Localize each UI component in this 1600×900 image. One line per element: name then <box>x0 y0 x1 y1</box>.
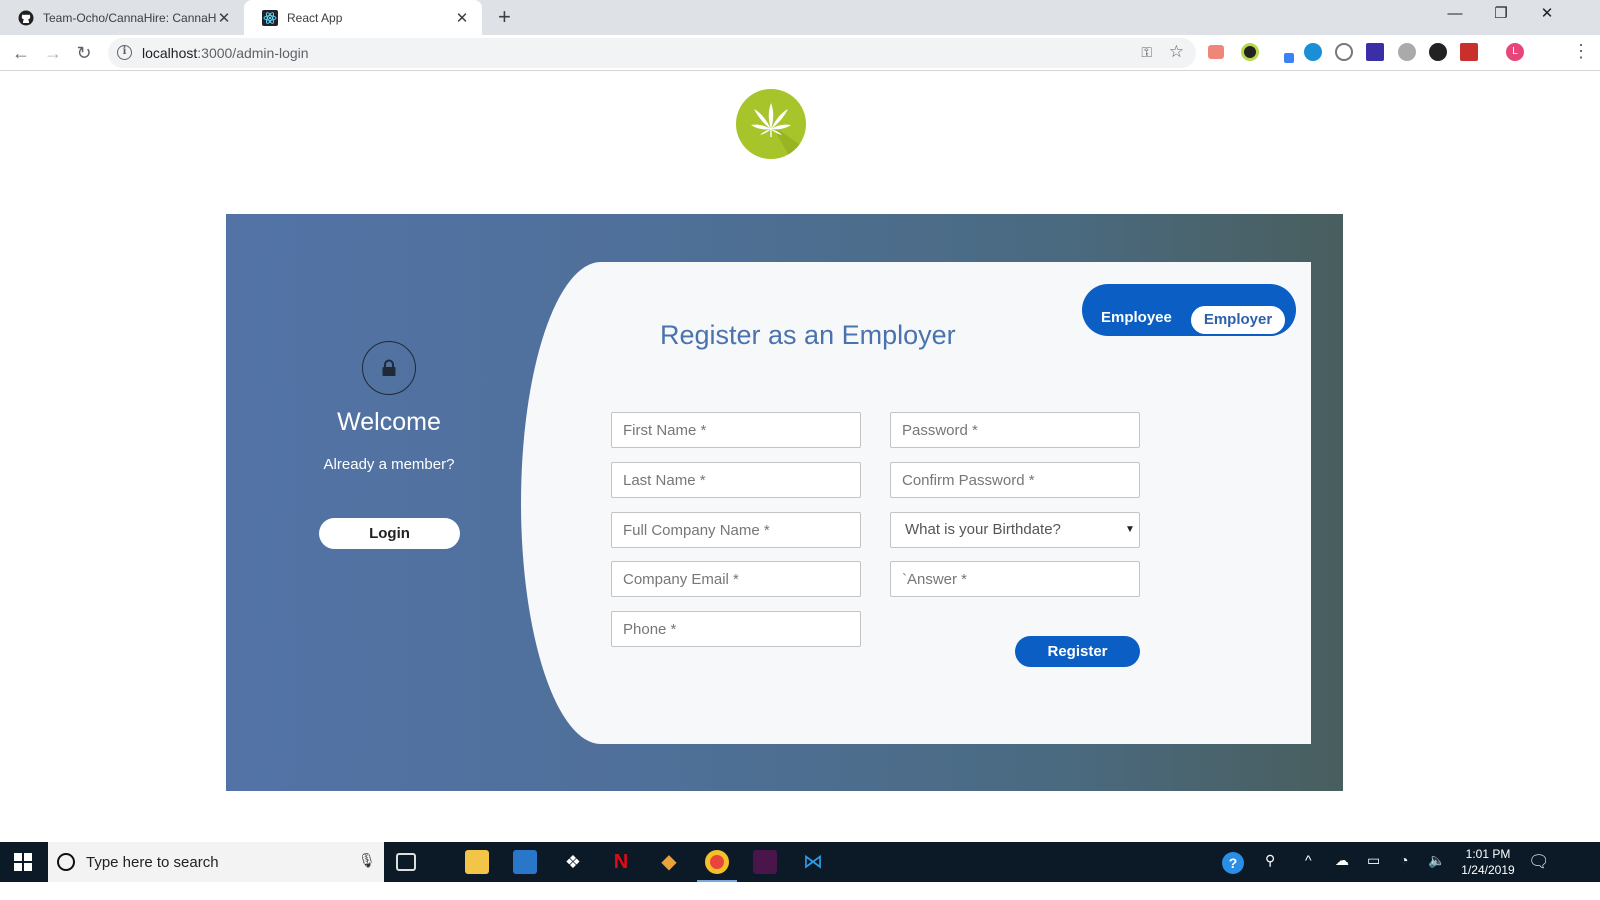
restore-button[interactable]: ❐ <box>1478 0 1524 30</box>
register-button[interactable]: Register <box>1015 636 1140 667</box>
extension-icon[interactable] <box>1366 43 1384 61</box>
confirm-password-input[interactable] <box>890 462 1140 498</box>
security-answer-input[interactable] <box>890 561 1140 597</box>
password-input[interactable] <box>890 412 1140 448</box>
people-icon[interactable]: ⚲ <box>1265 852 1275 869</box>
company-email-input[interactable] <box>611 561 861 597</box>
welcome-title: Welcome <box>337 408 441 436</box>
show-hidden-icons-icon[interactable]: ^ <box>1305 852 1312 868</box>
login-button[interactable]: Login <box>319 518 460 549</box>
clock-time: 1:01 PM <box>1465 847 1511 861</box>
new-tab-button[interactable]: + <box>498 5 511 29</box>
clock-date: 1/24/2019 <box>1461 863 1515 877</box>
bookmark-star-icon[interactable]: ☆ <box>1169 42 1184 62</box>
volume-icon[interactable]: 🔈 <box>1428 852 1445 869</box>
github-icon <box>18 10 34 26</box>
store-icon[interactable] <box>513 850 537 874</box>
cannabis-leaf-logo <box>736 89 806 159</box>
security-question-select[interactable]: What is your Birthdate? <box>890 512 1140 548</box>
extension-icon[interactable] <box>1208 45 1224 59</box>
browser-toolbar: ← → ↻ i localhost:3000/admin-login ⚿ ☆ <box>0 35 1600 71</box>
hp-icon[interactable] <box>1304 43 1322 61</box>
extension-icon[interactable] <box>1460 43 1478 61</box>
task-view-icon[interactable] <box>396 853 416 871</box>
phone-input[interactable] <box>611 611 861 647</box>
close-window-button[interactable]: ✕ <box>1524 0 1570 30</box>
tab-title: Team-Ocho/CannaHire: CannaHi <box>43 10 216 25</box>
address-bar[interactable]: i localhost:3000/admin-login ⚿ ☆ <box>108 38 1196 68</box>
last-name-input[interactable] <box>611 462 861 498</box>
register-title: Register as an Employer <box>660 320 956 350</box>
dropbox-icon[interactable]: ❖ <box>561 850 585 874</box>
extension-icon[interactable] <box>1284 53 1294 63</box>
url-host: localhost <box>142 45 198 61</box>
url-text[interactable]: localhost:3000/admin-login <box>142 45 309 61</box>
chrome-icon[interactable] <box>705 850 729 874</box>
lock-icon <box>362 341 416 395</box>
git-icon[interactable]: ◆ <box>657 850 681 874</box>
taskbar-clock[interactable]: 1:01 PM 1/24/2019 <box>1452 846 1524 878</box>
profile-avatar[interactable]: L <box>1506 43 1524 61</box>
tab-github[interactable]: Team-Ocho/CannaHire: CannaHi ✕ <box>0 0 244 35</box>
employee-option[interactable]: Employee <box>1101 309 1172 326</box>
cortana-icon <box>57 853 75 871</box>
taskbar-search-placeholder: Type here to search <box>86 854 219 871</box>
wifi-icon[interactable]: ◔ <box>1400 852 1408 868</box>
slack-icon[interactable] <box>753 850 777 874</box>
dropdown-arrow-icon: ▼ <box>1125 524 1135 535</box>
active-app-indicator <box>697 880 737 882</box>
onedrive-icon[interactable]: ☁ <box>1335 852 1349 869</box>
vscode-icon[interactable]: ⋈ <box>801 850 825 874</box>
windows-start-icon[interactable] <box>14 853 32 871</box>
screen-bottom-strip <box>0 882 1600 900</box>
first-name-input[interactable] <box>611 412 861 448</box>
react-icon <box>262 9 278 26</box>
forward-icon[interactable]: → <box>40 40 66 66</box>
tab-react-app[interactable]: React App ✕ <box>244 0 482 35</box>
extension-icon[interactable] <box>1429 43 1447 61</box>
notifications-icon[interactable]: 🗨 <box>1528 852 1550 872</box>
key-icon[interactable]: ⚿ <box>1141 44 1152 61</box>
chrome-menu-icon[interactable]: ⋮ <box>1572 41 1590 61</box>
already-member-text: Already a member? <box>323 456 455 473</box>
taskbar-search[interactable]: Type here to search 🎙 <box>48 842 384 882</box>
employer-option[interactable]: Employer <box>1189 304 1287 336</box>
info-icon[interactable]: i <box>117 45 132 60</box>
close-tab-icon[interactable]: ✕ <box>216 9 232 27</box>
extension-icon[interactable] <box>1241 43 1259 61</box>
tab-strip: Team-Ocho/CannaHire: CannaHi ✕ React App… <box>0 0 1600 35</box>
battery-icon[interactable]: ▭ <box>1367 852 1380 869</box>
extension-icon[interactable] <box>1335 43 1353 61</box>
tab-title: React App <box>287 10 343 25</box>
netflix-icon[interactable]: N <box>609 850 633 874</box>
close-tab-icon[interactable]: ✕ <box>454 9 470 27</box>
back-icon[interactable]: ← <box>8 40 34 66</box>
minimize-button[interactable]: — <box>1432 0 1478 30</box>
microphone-icon[interactable]: 🎙 <box>358 852 376 869</box>
file-explorer-icon[interactable] <box>465 850 489 874</box>
help-icon[interactable]: ? <box>1222 852 1244 874</box>
extension-icon[interactable] <box>1398 43 1416 61</box>
url-path: :3000/admin-login <box>197 45 309 61</box>
reload-icon[interactable]: ↻ <box>71 40 97 66</box>
company-name-input[interactable] <box>611 512 861 548</box>
